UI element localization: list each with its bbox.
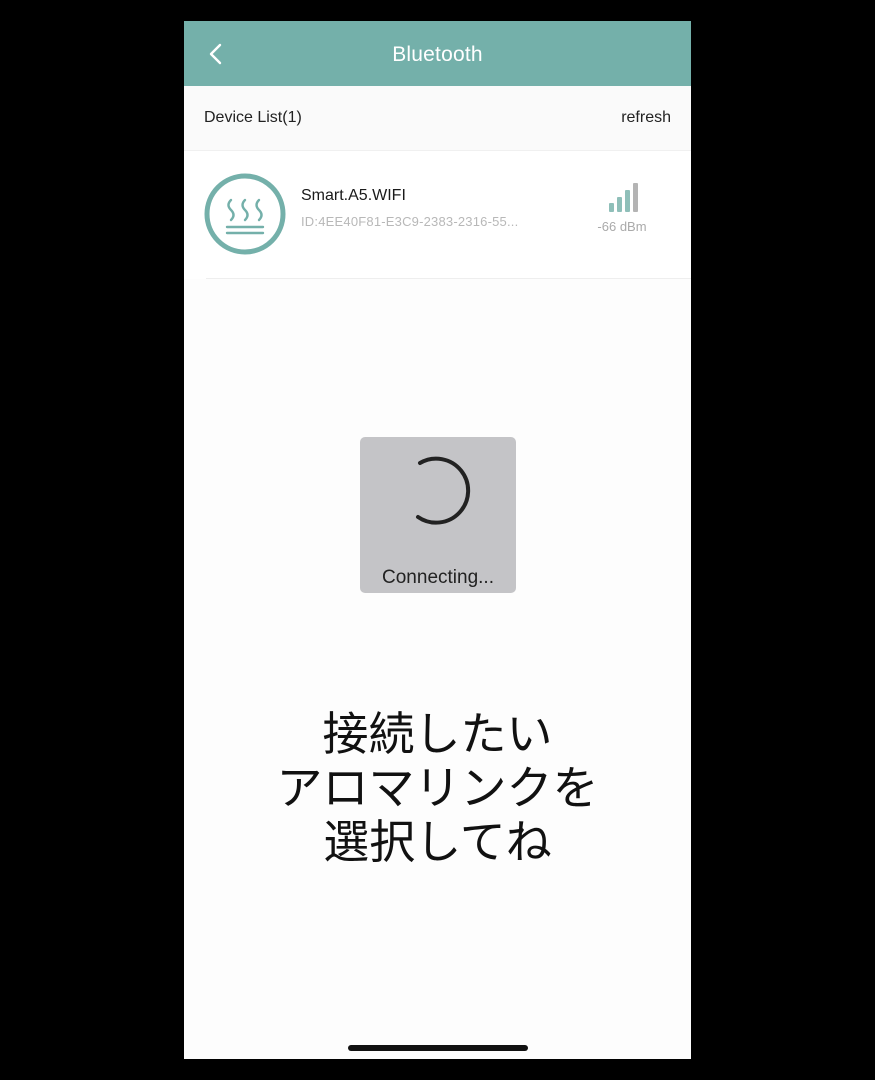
caption-line: 接続したい bbox=[322, 707, 553, 761]
phone-screen: Bluetooth Device List(1) refresh Smart.A… bbox=[184, 21, 691, 1059]
device-list-item[interactable]: Smart.A5.WIFI ID:4EE40F81-E3C9-2383-2316… bbox=[184, 151, 691, 279]
home-indicator[interactable] bbox=[348, 1045, 528, 1051]
spinner-icon bbox=[416, 456, 471, 525]
instruction-caption: 接続したい アロマリンクを 選択してね bbox=[184, 707, 691, 869]
page-title: Bluetooth bbox=[392, 43, 483, 66]
device-list-header: Device List(1) refresh bbox=[184, 86, 691, 151]
caption-line: 選択してね bbox=[323, 815, 552, 869]
steam-icon bbox=[204, 173, 286, 255]
signal-strength-icon bbox=[609, 183, 638, 212]
loading-text: Connecting... bbox=[382, 567, 494, 588]
divider bbox=[206, 278, 691, 279]
nav-bar: Bluetooth bbox=[184, 21, 691, 86]
loading-overlay: Connecting... bbox=[360, 437, 516, 593]
device-id: ID:4EE40F81-E3C9-2383-2316-55... bbox=[301, 214, 519, 229]
device-name: Smart.A5.WIFI bbox=[301, 187, 406, 204]
signal-strength-value: -66 dBm bbox=[597, 219, 647, 234]
caption-line: アロマリンクを bbox=[276, 761, 599, 815]
refresh-button[interactable]: refresh bbox=[621, 109, 671, 127]
device-list-label: Device List(1) bbox=[204, 109, 302, 126]
